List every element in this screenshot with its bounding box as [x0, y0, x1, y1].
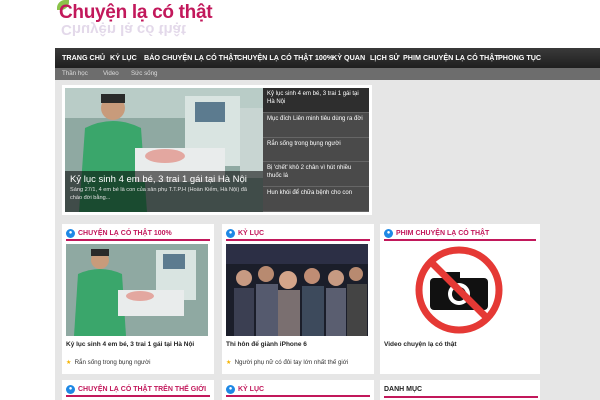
- featured-excerpt: Sáng 27/1, 4 em bé là con của sản phụ T.…: [70, 187, 248, 201]
- section-header: ● PHIM CHUYỆN LẠ CÓ THẬT: [384, 227, 536, 241]
- logo-reflection: Chuyện lạ có thật: [61, 21, 187, 38]
- crowd-image: [226, 244, 368, 336]
- bullet-icon: ★: [226, 359, 232, 366]
- section-title[interactable]: CHUYỆN LẠ CÓ THẬT TRÊN THẾ GIỚI: [78, 384, 206, 395]
- section-icon: ●: [226, 229, 235, 238]
- featured-title[interactable]: Kỷ lục sinh 4 em bé, 3 trai 1 gái tại Hà…: [70, 174, 258, 186]
- section-title[interactable]: PHIM CHUYỆN LẠ CÓ THẬT: [396, 228, 489, 239]
- subnav-item-video[interactable]: Video: [103, 68, 119, 80]
- danh-muc-heading: DANH MỤC: [384, 386, 423, 393]
- slider-list-item[interactable]: Hun khói để chữa bệnh cho con: [263, 187, 369, 212]
- section-title[interactable]: CHUYỆN LẠ CÓ THẬT 100%: [78, 228, 172, 239]
- section-image[interactable]: [384, 244, 534, 336]
- danh-muc-underline: [384, 396, 538, 398]
- section-icon: ●: [66, 229, 75, 238]
- no-camera-icon: [384, 244, 534, 336]
- section-header: ● CHUYỆN LẠ CÓ THẬT 100%: [66, 227, 210, 241]
- featured-slider: Kỷ lục sinh 4 em bé, 3 trai 1 gái tại Hà…: [62, 85, 372, 215]
- subnav-item-than-hoc[interactable]: Thần học: [62, 68, 88, 80]
- slider-list-item[interactable]: Mục đích Liên minh tiêu dùng ra đời: [263, 113, 369, 138]
- nav-item-phong-tuc[interactable]: PHONG TỤC: [498, 48, 541, 68]
- section-icon: ●: [66, 385, 75, 394]
- nav-item-bao-chuyen-la[interactable]: BÁO CHUYỆN LẠ CÓ THẬT: [144, 48, 238, 68]
- main-nav: TRANG CHỦ KỶ LỤC BÁO CHUYỆN LẠ CÓ THẬT C…: [55, 48, 600, 68]
- section-sub-label: Người phụ nữ có đôi tay lớn nhất thế giớ…: [234, 359, 349, 366]
- bullet-icon: ★: [66, 359, 72, 366]
- section-sub-label: Rắn sống trong bụng người: [74, 359, 151, 366]
- nav-item-phim[interactable]: PHIM CHUYỆN LẠ CÓ THẬT: [403, 48, 499, 68]
- section-caption[interactable]: Thi hôn để giành iPhone 6: [226, 340, 307, 349]
- section-chuyen-la-100: ● CHUYỆN LẠ CÓ THẬT 100% Kỷ lục sinh 4 e…: [62, 224, 214, 374]
- section-phim: ● PHIM CHUYỆN LẠ CÓ THẬT Video chuyện lạ…: [380, 224, 540, 374]
- section-chuyen-la-the-gioi: ● CHUYỆN LẠ CÓ THẬT TRÊN THẾ GIỚI: [62, 380, 214, 400]
- section-image[interactable]: [66, 244, 208, 336]
- featured-caption: Kỷ lục sinh 4 em bé, 3 trai 1 gái tại Hà…: [65, 171, 263, 212]
- section-icon: ●: [226, 385, 235, 394]
- section-header: ● CHUYỆN LẠ CÓ THẬT TRÊN THẾ GIỚI: [66, 383, 210, 397]
- section-image[interactable]: [226, 244, 368, 336]
- section-caption[interactable]: Video chuyện lạ có thật: [384, 340, 456, 349]
- section-ky-luc-2: ● KỶ LỤC: [222, 380, 374, 400]
- slider-list-item[interactable]: Rắn sống trong bụng người: [263, 138, 369, 163]
- section-caption[interactable]: Kỷ lục sinh 4 em bé, 3 trai 1 gái tại Hà…: [66, 340, 194, 349]
- nav-item-lich-su[interactable]: LỊCH SỬ: [370, 48, 400, 68]
- right-ad-space: [380, 85, 540, 215]
- section-title[interactable]: KỶ LỤC: [238, 228, 264, 239]
- subnav-item-suc-song[interactable]: Sức sống: [131, 68, 158, 80]
- section-title[interactable]: KỶ LỤC: [238, 384, 264, 395]
- section-icon: ●: [384, 229, 393, 238]
- nav-item-ky-quan[interactable]: KỲ QUAN: [332, 48, 365, 68]
- nav-item-home[interactable]: TRANG CHỦ: [62, 48, 105, 68]
- nav-item-chuyen-la-100[interactable]: CHUYỆN LẠ CÓ THẬT 100%: [237, 48, 333, 68]
- hospital-scene-image: [66, 244, 208, 336]
- section-sub-item[interactable]: ★ Người phụ nữ có đôi tay lớn nhất thế gi…: [226, 358, 348, 367]
- sub-nav: Thần học Video Sức sống: [55, 68, 600, 80]
- section-header: ● KỶ LỤC: [226, 383, 370, 397]
- slider-list: Kỷ lục sinh 4 em bé, 3 trai 1 gái tại Hà…: [263, 88, 369, 212]
- section-header: ● KỶ LỤC: [226, 227, 370, 241]
- slider-list-item[interactable]: Kỷ lục sinh 4 em bé, 3 trai 1 gái tại Hà…: [263, 88, 369, 113]
- section-sub-item[interactable]: ★ Rắn sống trong bụng người: [66, 358, 151, 367]
- slider-list-item[interactable]: Bị 'chết' khô 2 chân vì hút nhiều thuốc …: [263, 162, 369, 188]
- site-logo[interactable]: Chuyện lạ có thật Chuyện lạ có thật: [55, 0, 215, 38]
- nav-item-ky-luc[interactable]: KỶ LỤC: [110, 48, 137, 68]
- section-ky-luc: ● KỶ LỤC Thi hôn để giành iPhone 6 ★ Ngườ…: [222, 224, 374, 374]
